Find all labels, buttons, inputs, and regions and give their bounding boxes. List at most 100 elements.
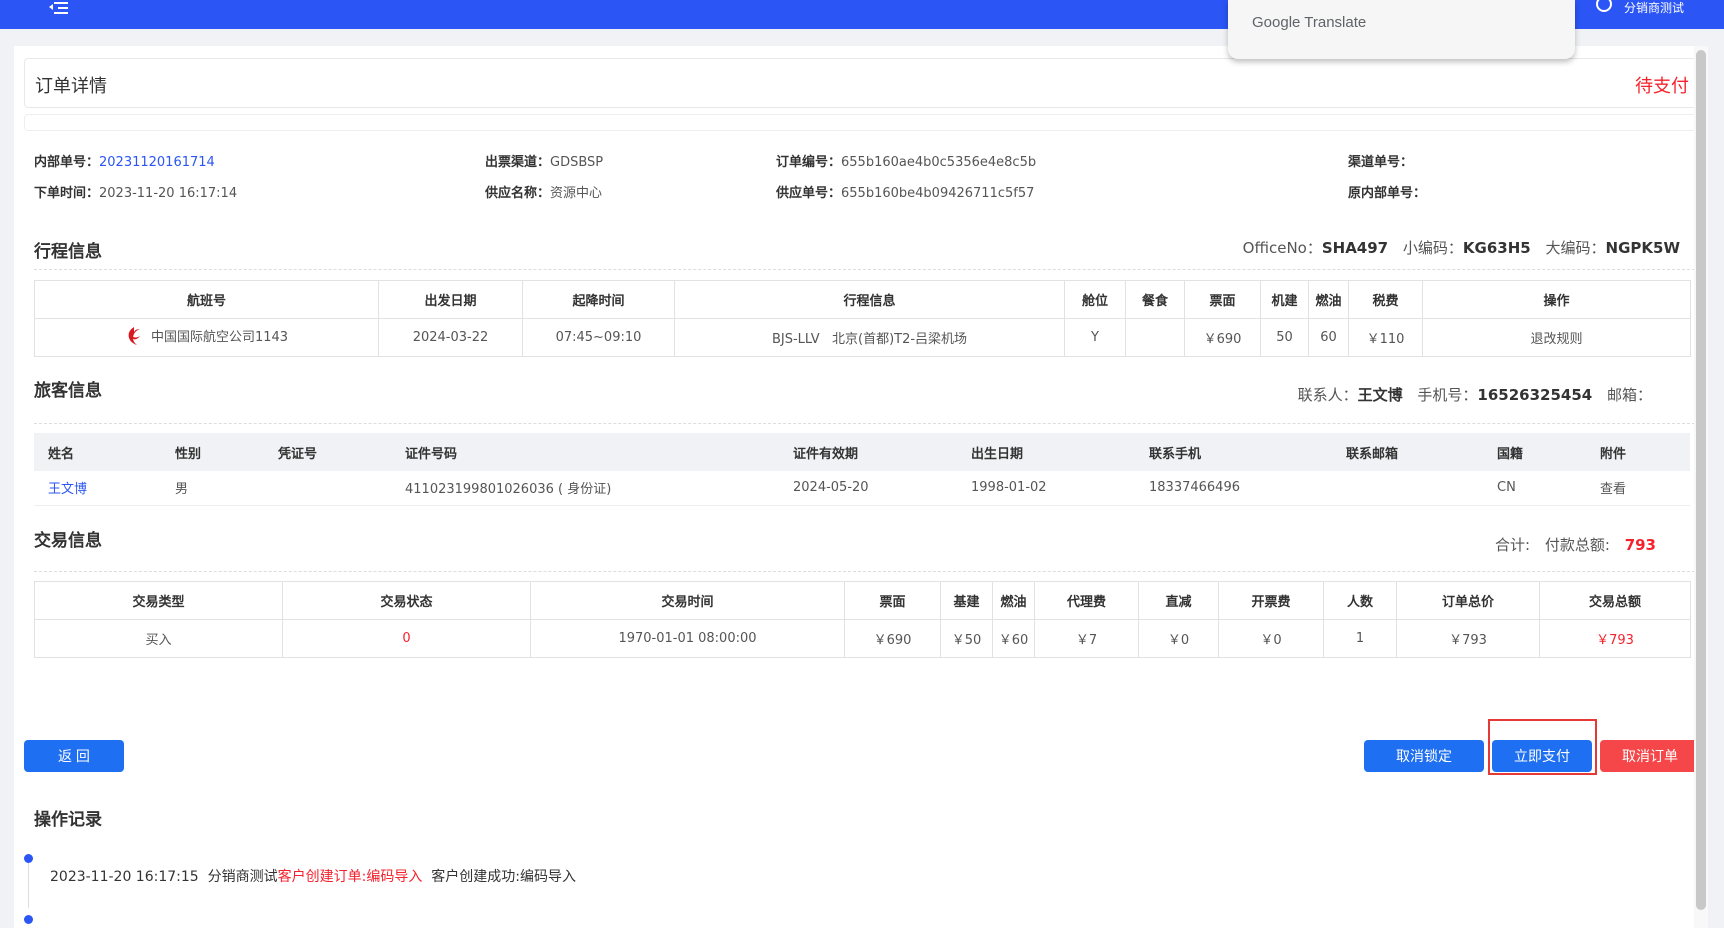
column-header: 交易时间 — [530, 581, 845, 620]
column-header: 凭证号 — [264, 433, 391, 471]
column-header: 操作 — [1422, 280, 1691, 319]
page-title: 订单详情 — [35, 76, 107, 97]
passenger-section-title: 旅客信息 — [34, 381, 102, 401]
id-number: 411023199801026036 ( 身份证) — [391, 471, 779, 506]
transaction-table: 交易类型 交易状态 交易时间 票面 基建 燃油 代理费 直减 开票费 人数 订单… — [34, 581, 1691, 658]
column-header: 订单总价 — [1396, 581, 1540, 620]
order-time-field: 下单时间：2023-11-20 16:17:14 — [34, 186, 238, 201]
column-header: 联系手机 — [1135, 433, 1332, 471]
log-section-title: 操作记录 — [34, 810, 102, 830]
transaction-total: 合计: 付款总额: 793 — [1495, 536, 1656, 554]
contact-email — [1332, 471, 1483, 506]
column-header: 行程信息 — [674, 280, 1065, 319]
timeline-dot — [24, 854, 33, 863]
itinerary-section-title: 行程信息 — [34, 242, 102, 262]
column-header: 联系邮箱 — [1332, 433, 1483, 471]
column-header: 燃油 — [992, 581, 1035, 620]
view-attachment-link[interactable]: 查看 — [1586, 471, 1690, 506]
table-row: 买入 0 1970-01-01 08:00:00 ￥690 ￥50 ￥60 ￥7… — [34, 619, 1691, 658]
back-button[interactable]: 返 回 — [24, 740, 124, 772]
nationality: CN — [1483, 471, 1586, 506]
column-header: 交易总额 — [1539, 581, 1691, 620]
google-translate-popup: Google Translate — [1228, 0, 1575, 59]
menu-toggle-icon[interactable] — [49, 0, 78, 18]
column-header: 起降时间 — [522, 280, 675, 319]
column-header: 交易类型 — [34, 581, 283, 620]
cabin: Y — [1064, 318, 1126, 357]
column-header: 舱位 — [1064, 280, 1126, 319]
transaction-type: 买入 — [34, 619, 283, 658]
header-divider-card — [24, 114, 1700, 131]
id-expiry: 2024-05-20 — [779, 471, 957, 506]
divider — [34, 269, 1700, 270]
column-header: 票面 — [1184, 280, 1261, 319]
refund-rules-link[interactable]: 退改规则 — [1422, 318, 1691, 357]
column-header: 证件有效期 — [779, 433, 957, 471]
agent-fee: ￥7 — [1034, 619, 1139, 658]
departure-date: 2024-03-22 — [378, 318, 523, 357]
divider — [34, 423, 1700, 424]
cancel-order-button[interactable]: 取消订单 — [1600, 740, 1700, 772]
column-header: 证件号码 — [391, 433, 779, 471]
channel-no-field: 渠道单号： — [1348, 155, 1414, 170]
column-header: 交易状态 — [282, 581, 531, 620]
flight-time: 07:45~09:10 — [522, 318, 675, 357]
passenger-count: 1 — [1323, 619, 1397, 658]
timeline-dot — [24, 915, 33, 924]
pnr-codes: OfficeNo：SHA497 小编码：KG63H5 大编码：NGPK5W — [1242, 239, 1680, 257]
airport-fee: 50 — [1260, 318, 1309, 357]
trade-total: ￥793 — [1539, 619, 1691, 658]
cancel-lock-button[interactable]: 取消锁定 — [1364, 740, 1484, 772]
page-header: 订单详情 待支付 — [24, 58, 1700, 108]
orig-internal-no-field: 原内部单号： — [1348, 186, 1427, 201]
column-header: 出发日期 — [378, 280, 523, 319]
column-header: 机建 — [1260, 280, 1309, 319]
column-header: 餐食 — [1125, 280, 1185, 319]
column-header: 票面 — [844, 581, 941, 620]
google-translate-label: Google Translate — [1252, 14, 1367, 31]
column-header: 航班号 — [34, 280, 379, 319]
table-header-row: 交易类型 交易状态 交易时间 票面 基建 燃油 代理费 直减 开票费 人数 订单… — [34, 581, 1691, 620]
passenger-table: 姓名 性别 凭证号 证件号码 证件有效期 出生日期 联系手机 联系邮箱 国籍 附… — [34, 433, 1690, 506]
base-fee: ￥50 — [940, 619, 993, 658]
column-header: 直减 — [1138, 581, 1219, 620]
air-china-logo-icon — [128, 326, 140, 345]
supplier-no-field: 供应单号：655b160be4b09426711c5f57 — [776, 186, 1035, 201]
column-header: 性别 — [161, 433, 264, 471]
table-header-row: 姓名 性别 凭证号 证件号码 证件有效期 出生日期 联系手机 联系邮箱 国籍 附… — [34, 433, 1690, 471]
table-header-row: 航班号 出发日期 起降时间 行程信息 舱位 餐食 票面 机建 燃油 税费 操作 — [34, 280, 1691, 319]
birth-date: 1998-01-02 — [957, 471, 1135, 506]
vertical-scrollbar[interactable] — [1694, 46, 1708, 928]
column-header: 代理费 — [1034, 581, 1139, 620]
gender: 男 — [161, 471, 264, 506]
main-content: 订单详情 待支付 内部单号：20231120161714 出票渠道：GDSBSP… — [14, 46, 1708, 928]
divider — [34, 571, 1700, 572]
scrollbar-thumb[interactable] — [1696, 50, 1706, 910]
fare: ￥690 — [1184, 318, 1261, 357]
column-header: 姓名 — [34, 433, 161, 471]
table-row: 中国国际航空公司1143 2024-03-22 07:45~09:10 BJS-… — [34, 318, 1691, 357]
passenger-name-link[interactable]: 王文博 — [48, 482, 87, 497]
fare: ￥690 — [844, 619, 941, 658]
transaction-status: 0 — [282, 619, 531, 658]
meal — [1125, 318, 1185, 357]
user-name: 分销商测试 — [1623, 0, 1684, 15]
internal-no-field: 内部单号：20231120161714 — [34, 155, 215, 170]
column-header: 出生日期 — [957, 433, 1135, 471]
contact-info: 联系人：王文博 手机号：16526325454 邮箱： — [1297, 386, 1652, 404]
transaction-section-title: 交易信息 — [34, 531, 102, 551]
order-total: ￥793 — [1396, 619, 1540, 658]
user-menu[interactable]: 分销商测试 — [1595, 0, 1684, 15]
voucher-no — [264, 471, 391, 506]
fuel-fee: 60 — [1308, 318, 1349, 357]
column-header: 燃油 — [1308, 280, 1349, 319]
itinerary-table: 航班号 出发日期 起降时间 行程信息 舱位 餐食 票面 机建 燃油 税费 操作 … — [34, 280, 1691, 357]
contact-mobile: 18337466496 — [1135, 471, 1332, 506]
flight-number: 中国国际航空公司1143 — [150, 330, 289, 345]
internal-no-link[interactable]: 20231120161714 — [99, 155, 215, 170]
column-header: 人数 — [1323, 581, 1397, 620]
issue-fee: ￥0 — [1218, 619, 1324, 658]
column-header: 国籍 — [1483, 433, 1586, 471]
column-header: 税费 — [1348, 280, 1423, 319]
column-header: 基建 — [940, 581, 993, 620]
